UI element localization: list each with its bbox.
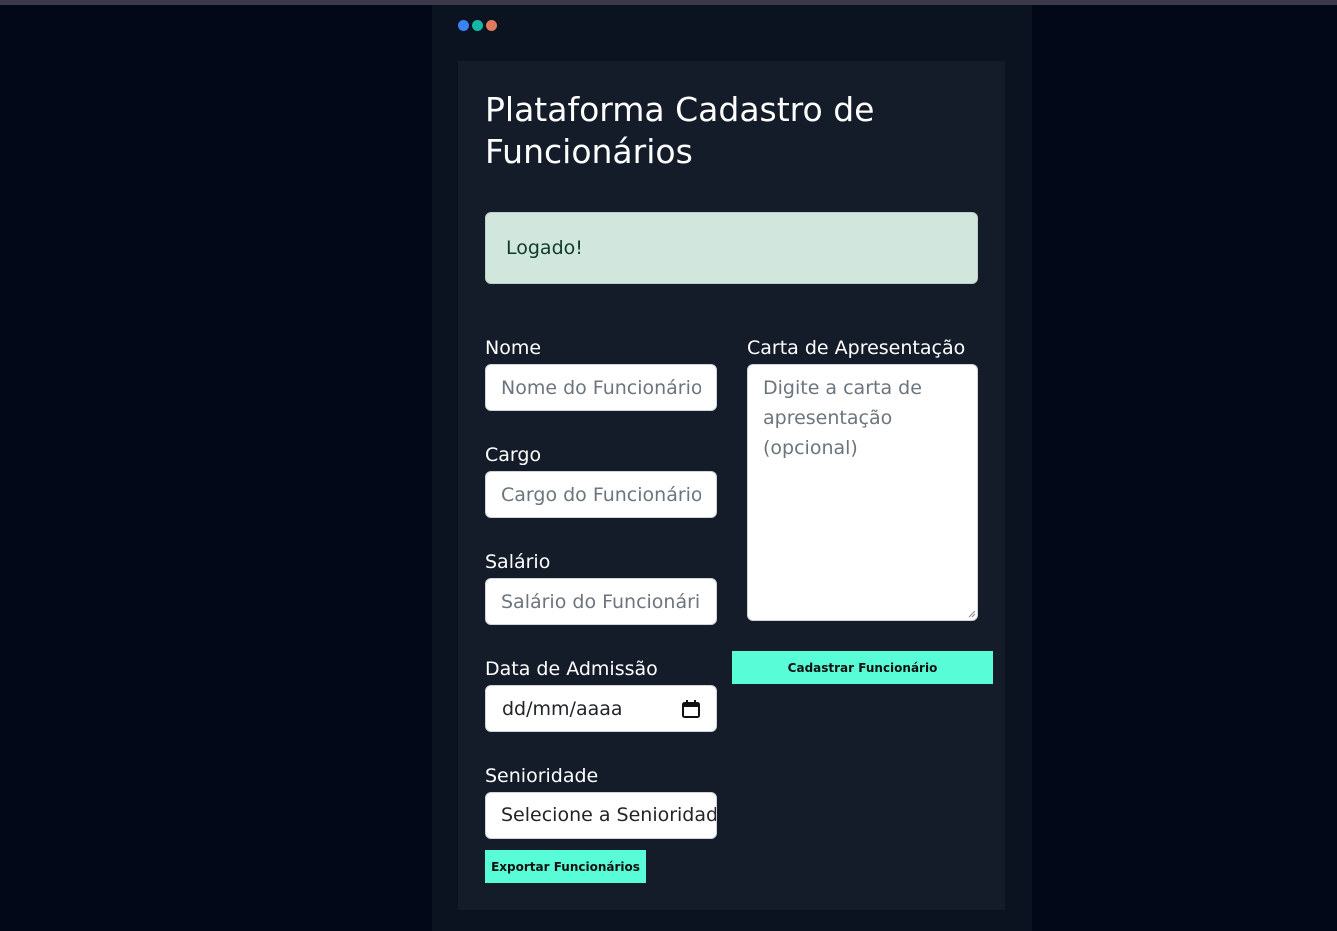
admissao-label: Data de Admissão <box>485 658 658 680</box>
salario-label: Salário <box>485 551 551 573</box>
admissao-date-input[interactable]: dd/mm/aaaa <box>485 685 717 732</box>
form-card: Plataforma Cadastro de Funcionários Loga… <box>458 61 1005 910</box>
window-dot-teal-icon <box>472 20 483 31</box>
window-controls <box>458 20 497 31</box>
nome-label: Nome <box>485 337 542 359</box>
admissao-date-text: dd/mm/aaaa <box>502 697 623 720</box>
window-dot-blue-icon <box>458 20 469 31</box>
salario-input[interactable] <box>485 578 717 625</box>
window-dot-orange-icon <box>486 20 497 31</box>
app-window: Plataforma Cadastro de Funcionários Loga… <box>432 5 1032 931</box>
senioridade-select[interactable]: Selecione a Senioridade <box>485 792 717 839</box>
carta-label: Carta de Apresentação <box>747 337 966 359</box>
cargo-input[interactable] <box>485 471 717 518</box>
cadastrar-button[interactable]: Cadastrar Funcionário <box>732 651 993 684</box>
page-title: Plataforma Cadastro de Funcionários <box>485 90 875 171</box>
senioridade-label: Senioridade <box>485 765 599 787</box>
cargo-label: Cargo <box>485 444 542 466</box>
carta-textarea[interactable] <box>747 364 978 621</box>
exportar-button[interactable]: Exportar Funcionários <box>485 850 646 883</box>
resize-grip-icon[interactable] <box>968 610 976 618</box>
login-alert: Logado! <box>485 212 978 284</box>
nome-input[interactable] <box>485 364 717 411</box>
calendar-icon[interactable] <box>682 699 700 718</box>
